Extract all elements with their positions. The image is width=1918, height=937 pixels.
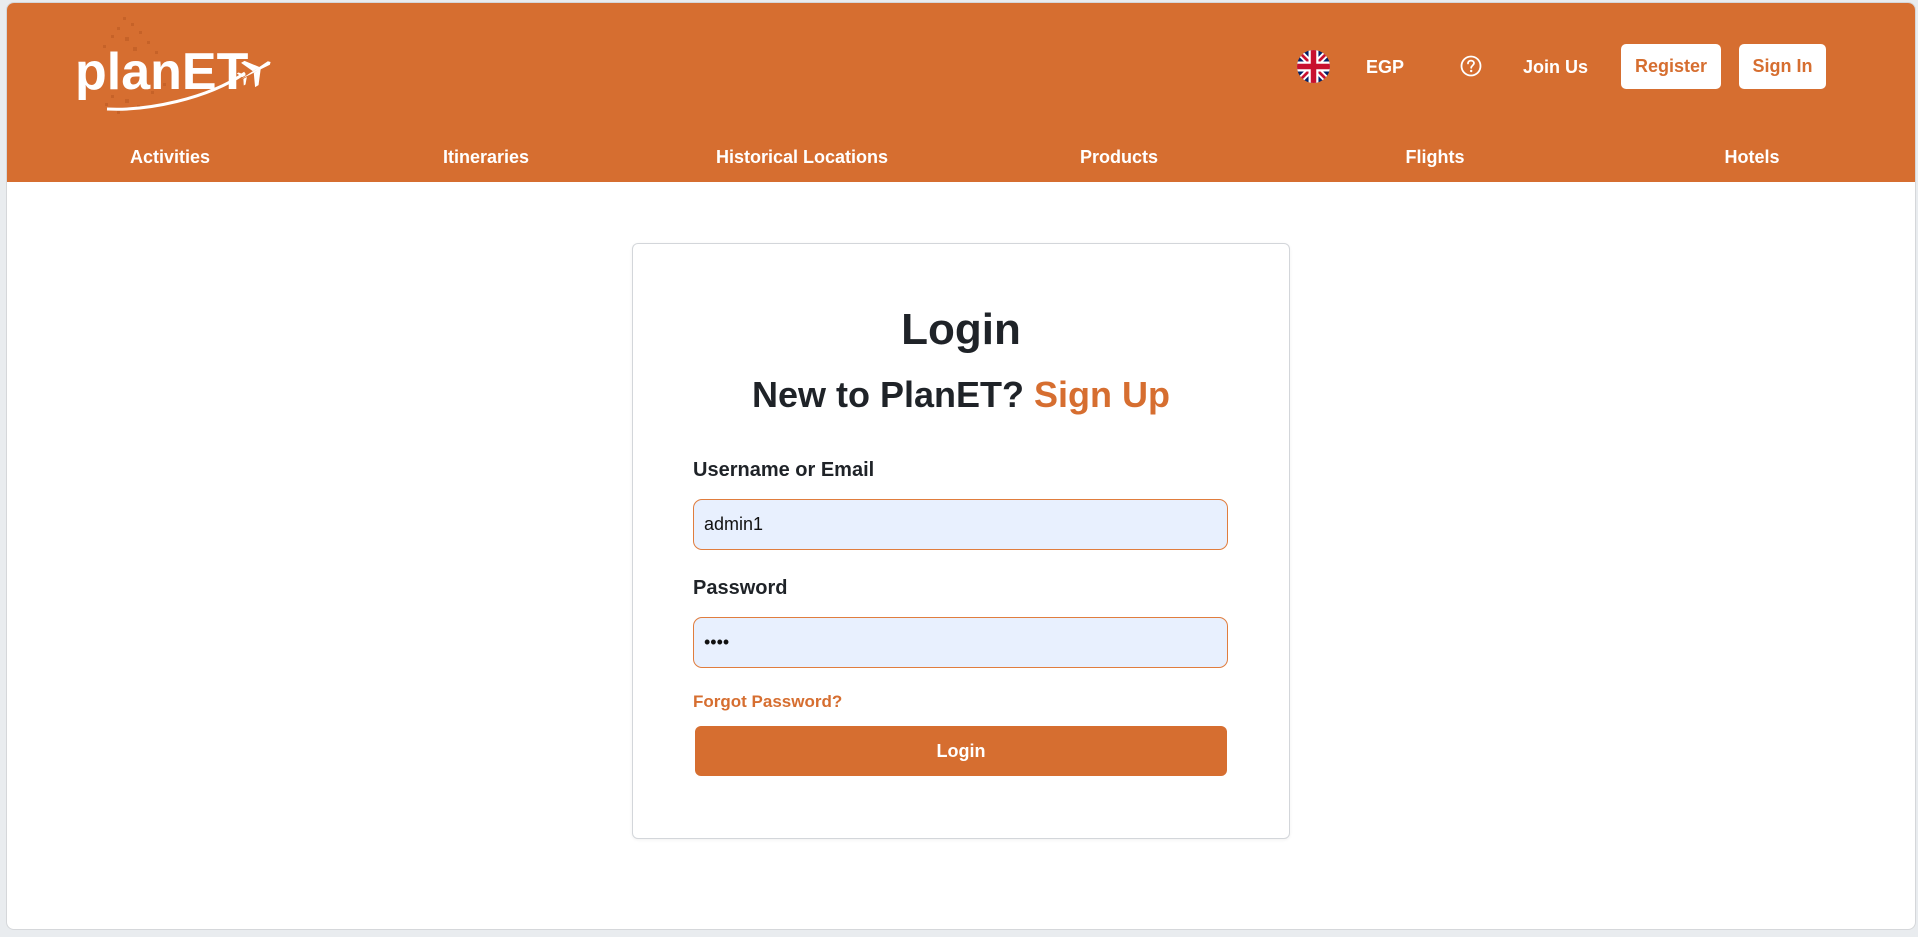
username-label: Username or Email — [693, 459, 875, 481]
nav-item-activities[interactable]: Activities — [130, 141, 210, 173]
subtitle-prefix: New to PlanET? — [751, 374, 1025, 415]
browser-viewport: planET EGP Join Us Register Sign In Acti… — [6, 2, 1916, 930]
site-header: planET EGP Join Us Register Sign In Acti… — [7, 3, 1915, 182]
currency-selector[interactable]: EGP — [1366, 55, 1426, 79]
logo-graphic: planET — [75, 17, 271, 114]
site-logo[interactable]: planET — [67, 11, 277, 121]
forgot-password-link[interactable]: Forgot Password? — [693, 691, 842, 713]
join-us-link[interactable]: Join Us — [1523, 55, 1588, 79]
nav-item-itineraries[interactable]: Itineraries — [443, 141, 529, 173]
main-nav: Activities Itineraries Historical Locati… — [7, 141, 1915, 173]
uk-flag-icon[interactable] — [1297, 50, 1330, 83]
login-button[interactable]: Login — [695, 726, 1227, 776]
nav-item-hotels[interactable]: Hotels — [1724, 141, 1779, 173]
nav-item-products[interactable]: Products — [1080, 141, 1158, 173]
login-subtitle: New to PlanET? Sign Up — [633, 372, 1289, 418]
nav-item-flights[interactable]: Flights — [1406, 141, 1465, 173]
nav-item-historical-locations[interactable]: Historical Locations — [716, 141, 888, 173]
logo-text: planET — [75, 43, 249, 101]
register-button[interactable]: Register — [1621, 44, 1721, 89]
sign-in-button[interactable]: Sign In — [1739, 44, 1826, 89]
login-card: Login New to PlanET? Sign Up Username or… — [632, 243, 1290, 839]
sign-up-link[interactable]: Sign Up — [1034, 374, 1170, 415]
username-input[interactable] — [693, 499, 1228, 550]
password-input[interactable] — [693, 617, 1228, 668]
question-circle-icon[interactable] — [1460, 55, 1482, 77]
password-label: Password — [693, 577, 788, 599]
login-title: Login — [901, 305, 1021, 354]
